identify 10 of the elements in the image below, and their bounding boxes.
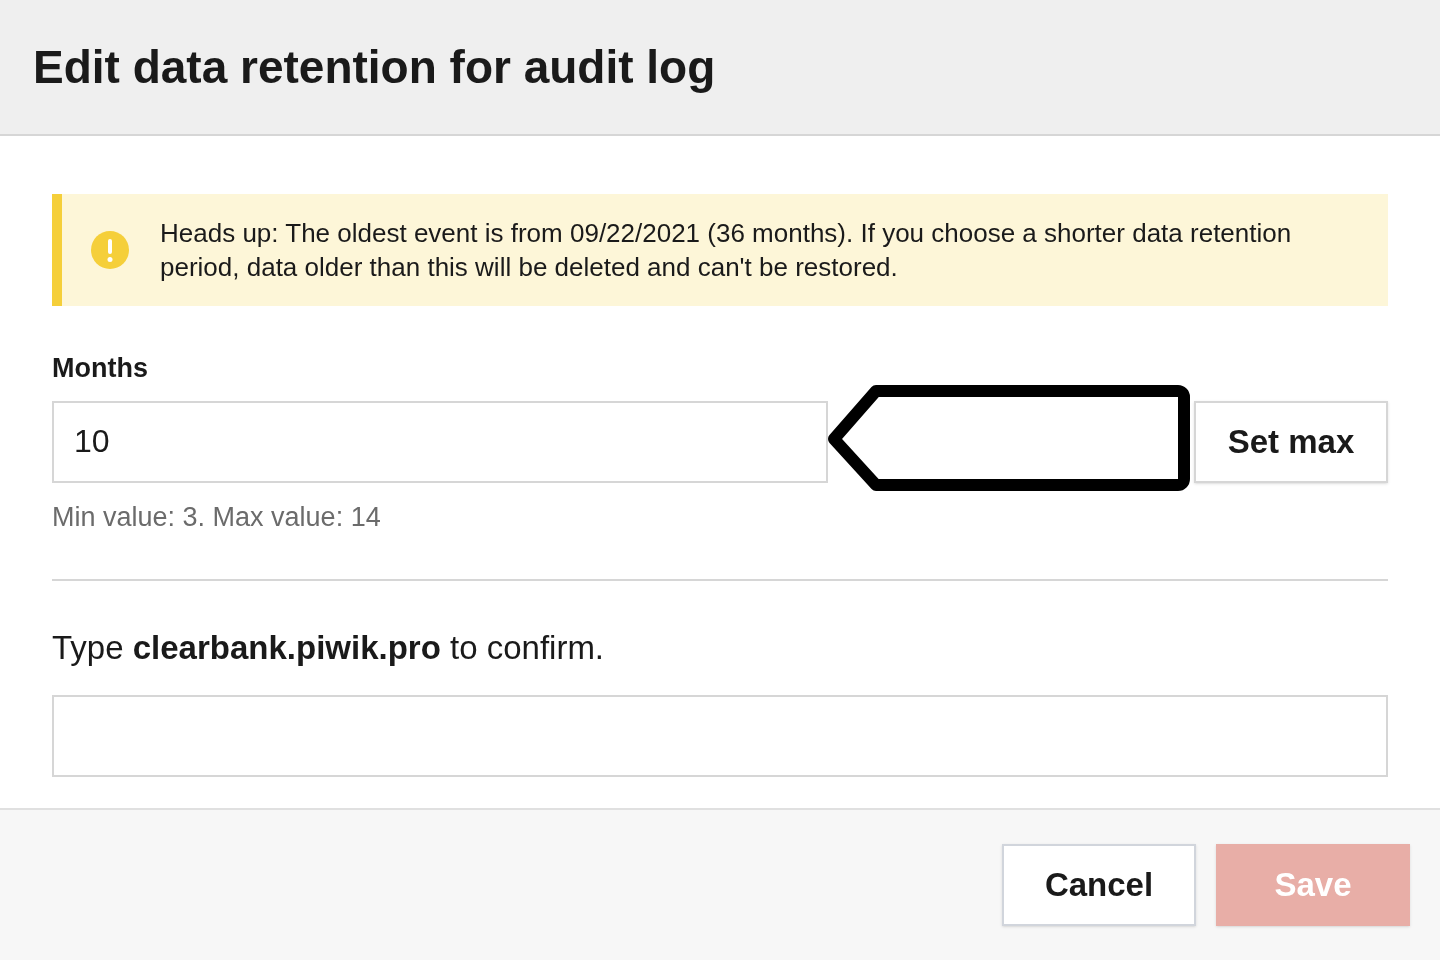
months-help: Min value: 3. Max value: 14 xyxy=(52,500,381,534)
cancel-button[interactable]: Cancel xyxy=(1002,844,1196,926)
warning-message: Heads up: The oldest event is from 09/22/2021 (36 months). If you choose a shorter data retention period, data older than this will be deleted and can't be restored. xyxy=(160,217,1293,284)
confirm-prompt: Type clearbank.piwik.pro to confirm. xyxy=(52,628,605,668)
months-input[interactable]: 10 xyxy=(52,400,828,483)
confirm-input[interactable] xyxy=(52,694,1388,777)
dialog-title: Edit data retention for audit log xyxy=(33,39,716,95)
warning-icon xyxy=(90,230,130,270)
set-max-button[interactable]: Set max xyxy=(1194,400,1388,483)
months-label: Months xyxy=(52,352,148,385)
